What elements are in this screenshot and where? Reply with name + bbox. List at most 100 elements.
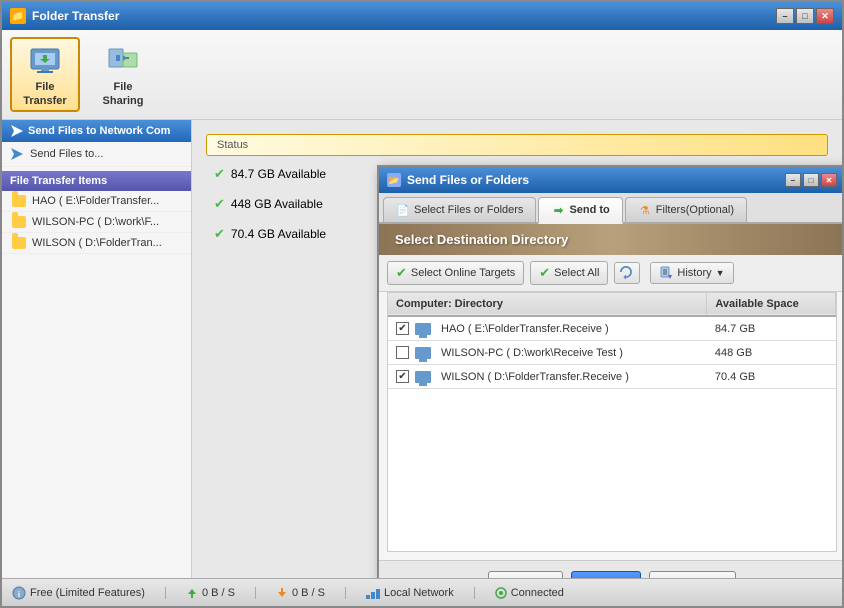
filters-tab-icon: ⚗ (638, 203, 652, 217)
sidebar-section-header: Send Files to Network Com (2, 120, 191, 142)
select-online-check-icon: ✔ (396, 265, 407, 281)
file-transfer-button[interactable]: File Transfer (10, 37, 80, 112)
title-bar: 📁 Folder Transfer – □ ✕ (2, 2, 842, 30)
tab-filters[interactable]: ⚗ Filters(Optional) (625, 197, 747, 222)
row-2-checkbox[interactable]: ✔ (396, 370, 409, 383)
file-sharing-icon (105, 41, 141, 77)
select-online-targets-button[interactable]: ✔ Select Online Targets (387, 261, 524, 285)
tab-send-to[interactable]: ➡ Send to (538, 197, 622, 224)
table-row: WILSON-PC ( D:\work\Receive Test ) 448 G… (388, 341, 836, 365)
computer-icon-1 (415, 347, 431, 359)
sidebar-item-2[interactable]: WILSON ( D:\FolderTran... (2, 233, 191, 254)
send-files-label: Send Files to... (30, 148, 103, 160)
download-segment: 0 B / S (255, 587, 325, 599)
items-header: File Transfer Items (2, 171, 191, 191)
upload-segment: 0 B / S (165, 587, 235, 599)
row-1-computer: WILSON-PC ( D:\work\Receive Test ) (388, 341, 707, 365)
dialog-title: Send Files or Folders (407, 173, 529, 187)
row-2-space: 70.4 GB (707, 365, 836, 389)
sidebar-item-label-0: HAO ( E:\FolderTransfer... (32, 195, 159, 207)
download-text: 0 B / S (292, 587, 325, 599)
network-text: Local Network (384, 587, 454, 599)
dialog-footer: Next OK Cancel (379, 560, 842, 578)
cancel-button[interactable]: Cancel (649, 571, 736, 578)
minimize-button[interactable]: – (776, 8, 794, 24)
history-button[interactable]: History ▼ (650, 262, 733, 284)
dialog-body: Select Destination Directory ✔ Select On… (379, 224, 842, 560)
table-row: ✔ HAO ( E:\FolderTransfer.Receive ) 84.7… (388, 316, 836, 341)
select-all-button[interactable]: ✔ Select All (530, 261, 608, 285)
select-online-label: Select Online Targets (411, 267, 515, 279)
close-button[interactable]: ✕ (816, 8, 834, 24)
row-1-checkbox[interactable] (396, 346, 409, 359)
sidebar-section-label: Send Files to Network Com (28, 125, 170, 137)
content-area: Send Files to Network Com Send Files to.… (2, 120, 842, 578)
section-header-label: Select Destination Directory (395, 232, 568, 247)
tab-select-files-label: Select Files or Folders (414, 204, 523, 216)
sidebar-item-0[interactable]: HAO ( E:\FolderTransfer... (2, 191, 191, 212)
table-row: ✔ WILSON ( D:\FolderTransfer.Receive ) 7… (388, 365, 836, 389)
send-files-item[interactable]: Send Files to... (2, 142, 191, 167)
svg-text:i: i (18, 590, 20, 599)
row-0-checkbox[interactable]: ✔ (396, 322, 409, 335)
col-computer: Computer: Directory (388, 293, 707, 316)
ok-button[interactable]: OK (571, 571, 641, 578)
connection-segment: Connected (474, 587, 564, 599)
main-window: 📁 Folder Transfer – □ ✕ File Transfer (0, 0, 844, 608)
send-files-dialog: 📂 Send Files or Folders – □ ✕ 📄 Select F… (377, 165, 842, 578)
license-segment: i Free (Limited Features) (12, 586, 145, 600)
dialog-controls: – □ ✕ (785, 173, 837, 187)
computer-icon-2 (415, 371, 431, 383)
destination-table-scroll[interactable]: Computer: Directory Available Space (387, 292, 837, 552)
sidebar: Send Files to Network Com Send Files to.… (2, 120, 192, 578)
send-icon (10, 124, 24, 138)
row-2-label: WILSON ( D:\FolderTransfer.Receive ) (441, 371, 629, 383)
file-transfer-icon (27, 41, 63, 77)
row-0-computer: ✔ HAO ( E:\FolderTransfer.Receive ) (388, 316, 707, 341)
refresh-button[interactable] (614, 262, 640, 284)
row-0-label: HAO ( E:\FolderTransfer.Receive ) (441, 323, 609, 335)
window-controls: – □ ✕ (776, 8, 834, 24)
status-bar: i Free (Limited Features) 0 B / S 0 B / … (2, 578, 842, 606)
connection-icon (495, 587, 507, 599)
license-text: Free (Limited Features) (30, 587, 145, 599)
main-content: Status ✔ 84.7 GB Available ✔ 448 GB Avai… (192, 120, 842, 578)
folder-icon-0 (12, 195, 26, 207)
sidebar-item-1[interactable]: WILSON-PC ( D:\work\F... (2, 212, 191, 233)
file-transfer-label: File Transfer (16, 81, 74, 107)
items-header-label: File Transfer Items (10, 175, 107, 187)
dialog-tabs: 📄 Select Files or Folders ➡ Send to ⚗ Fi… (379, 193, 842, 224)
upload-icon (186, 587, 198, 599)
upload-text: 0 B / S (202, 587, 235, 599)
folder-icon-2 (12, 237, 26, 249)
tab-filters-label: Filters(Optional) (656, 204, 734, 216)
tab-select-files[interactable]: 📄 Select Files or Folders (383, 197, 536, 222)
main-toolbar: File Transfer File Sharing (2, 30, 842, 120)
destination-table: Computer: Directory Available Space (388, 293, 836, 389)
dialog-maximize-button[interactable]: □ (803, 173, 819, 187)
col-space: Available Space (707, 293, 836, 316)
connection-text: Connected (511, 587, 564, 599)
modal-overlay: 📂 Send Files or Folders – □ ✕ 📄 Select F… (192, 120, 842, 578)
dialog-title-bar: 📂 Send Files or Folders – □ ✕ (379, 167, 842, 193)
file-sharing-button[interactable]: File Sharing (88, 37, 158, 112)
file-sharing-label: File Sharing (94, 81, 152, 107)
refresh-icon (620, 266, 634, 280)
maximize-button[interactable]: □ (796, 8, 814, 24)
select-all-label: Select All (554, 267, 599, 279)
next-button[interactable]: Next (488, 571, 563, 578)
send-to-tab-icon: ➡ (551, 203, 565, 217)
select-all-check-icon: ✔ (539, 265, 550, 281)
network-icon (366, 587, 380, 599)
send-files-icon (10, 147, 24, 161)
history-icon (659, 266, 673, 280)
dialog-close-button[interactable]: ✕ (821, 173, 837, 187)
select-files-tab-icon: 📄 (396, 203, 410, 217)
computer-icon-0 (415, 323, 431, 335)
network-segment: Local Network (345, 587, 454, 599)
dialog-inner-toolbar: ✔ Select Online Targets ✔ Select All (379, 255, 842, 292)
history-dropdown-icon: ▼ (716, 268, 725, 278)
dialog-minimize-button[interactable]: – (785, 173, 801, 187)
row-1-space: 448 GB (707, 341, 836, 365)
dialog-icon: 📂 (387, 173, 401, 187)
